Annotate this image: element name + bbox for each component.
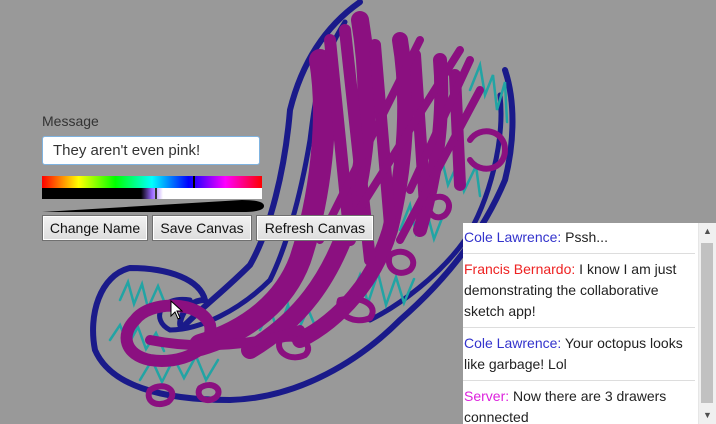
chat-text: Pssh... xyxy=(565,229,608,245)
brush-size-wedge xyxy=(42,200,264,212)
chat-scrollbar[interactable]: ▲ ▼ xyxy=(698,223,716,424)
chat-message: Cole Lawrence: Pssh... xyxy=(463,223,695,254)
hue-picker-marker[interactable] xyxy=(193,176,195,188)
chat-message: Cole Lawrence: Your octopus looks like g… xyxy=(463,328,695,381)
refresh-canvas-button[interactable]: Refresh Canvas xyxy=(256,215,374,241)
scrollbar-thumb[interactable] xyxy=(701,243,713,403)
message-input[interactable] xyxy=(42,136,260,165)
chat-message: Server: Now there are 3 drawers connecte… xyxy=(463,381,695,424)
brush-size-slider[interactable] xyxy=(42,198,264,214)
scroll-up-icon[interactable]: ▲ xyxy=(699,223,716,240)
chat-sender: Cole Lawrence: xyxy=(464,335,562,351)
save-canvas-button[interactable]: Save Canvas xyxy=(152,215,252,241)
chat-panel[interactable]: Cole Lawrence: Pssh... Francis Bernardo:… xyxy=(463,223,716,424)
hue-color-picker[interactable] xyxy=(42,176,262,188)
chat-sender: Cole Lawrence: xyxy=(464,229,562,245)
change-name-button[interactable]: Change Name xyxy=(42,215,148,241)
mouse-pointer-icon xyxy=(170,300,184,320)
chat-sender: Francis Bernardo: xyxy=(464,261,576,277)
chat-message: Francis Bernardo: I know I am just demon… xyxy=(463,254,695,328)
chat-sender: Server: xyxy=(464,388,510,404)
scroll-down-icon[interactable]: ▼ xyxy=(699,407,716,424)
message-label: Message xyxy=(42,113,99,129)
